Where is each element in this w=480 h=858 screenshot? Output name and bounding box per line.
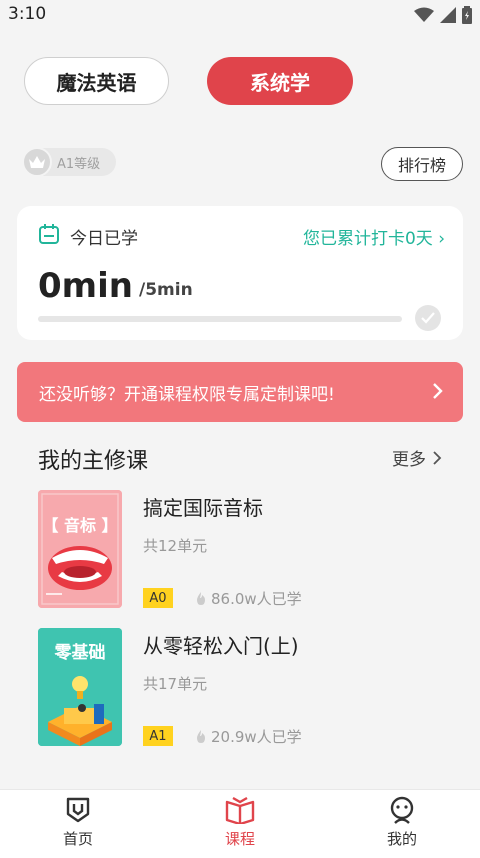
book-icon: [225, 796, 255, 824]
course-name: 从零轻松入门(上): [143, 634, 299, 658]
calendar-icon: [39, 224, 59, 244]
level-label: A1等级: [57, 156, 101, 172]
course-units: 共12单元: [143, 537, 208, 555]
tab-systematic-learning[interactable]: 系统学: [207, 57, 353, 105]
more-label: 更多: [392, 450, 426, 470]
profile-icon: [390, 796, 414, 824]
crown-icon: [22, 147, 52, 177]
status-bar: 3:10: [0, 0, 480, 32]
chevron-right-icon: ›: [438, 229, 445, 249]
status-time: 3:10: [8, 4, 47, 24]
course-level-tag: A1: [143, 726, 173, 746]
study-minutes: 0min: [38, 266, 133, 306]
promo-text: 还没听够？开通课程权限专属定制课吧!: [39, 384, 335, 405]
battery-icon: [462, 6, 472, 24]
more-link[interactable]: 更多: [392, 445, 442, 470]
level-badge[interactable]: A1等级: [22, 147, 116, 177]
course-units: 共17单元: [143, 675, 208, 693]
flame-icon: [197, 729, 205, 743]
study-progress-bar: [38, 316, 402, 322]
leaderboard-button[interactable]: 排行榜: [381, 147, 463, 181]
nav-mine-label: 我的: [386, 830, 417, 848]
learners-text: 20.9w人已学: [211, 728, 302, 746]
study-goal: /5min: [139, 280, 193, 300]
today-title: 今日已学: [70, 229, 138, 249]
chevron-right-icon: [433, 383, 443, 399]
signal-icon: [440, 7, 456, 23]
course-cover-text: 零基础: [54, 643, 106, 663]
today-study-card: 今日已学 您已累计打卡0天 › 0min /5min: [17, 206, 463, 340]
course-cover: 零基础: [38, 628, 122, 746]
streak-text: 您已累计打卡0天: [302, 229, 433, 249]
wifi-icon: [414, 7, 434, 22]
course-item[interactable]: 【 音标 】 搞定国际音标 共12单元 A0 86.0w人已学: [38, 490, 438, 608]
tab-magic-english[interactable]: 魔法英语: [24, 57, 169, 105]
nav-course-label: 课程: [224, 830, 255, 848]
bottom-navigation: 首页 课程 我的: [0, 789, 480, 858]
course-cover: 【 音标 】: [38, 490, 122, 608]
flame-icon: [197, 591, 205, 605]
nav-mine[interactable]: 我的: [362, 796, 442, 849]
streak-link[interactable]: 您已累计打卡0天 ›: [303, 224, 445, 249]
course-level-tag: A0: [143, 588, 173, 608]
course-learners: 86.0w人已学: [195, 588, 302, 609]
chevron-right-icon: [433, 450, 442, 465]
course-cover-text: 【 音标 】: [42, 516, 118, 535]
nav-home-label: 首页: [62, 830, 93, 848]
course-learners: 20.9w人已学: [195, 726, 302, 747]
nav-course[interactable]: 课程: [200, 796, 280, 849]
status-icons: [414, 6, 472, 24]
check-icon: [415, 305, 441, 331]
course-item[interactable]: 零基础 从零轻松入门(上) 共17单元 A1 20.9w人已学: [38, 628, 438, 746]
home-icon: [66, 797, 90, 823]
course-name: 搞定国际音标: [143, 496, 263, 520]
section-title: 我的主修课: [38, 449, 149, 474]
learners-text: 86.0w人已学: [211, 590, 302, 608]
promo-banner[interactable]: 还没听够？开通课程权限专属定制课吧!: [17, 362, 463, 422]
nav-home[interactable]: 首页: [38, 796, 118, 849]
